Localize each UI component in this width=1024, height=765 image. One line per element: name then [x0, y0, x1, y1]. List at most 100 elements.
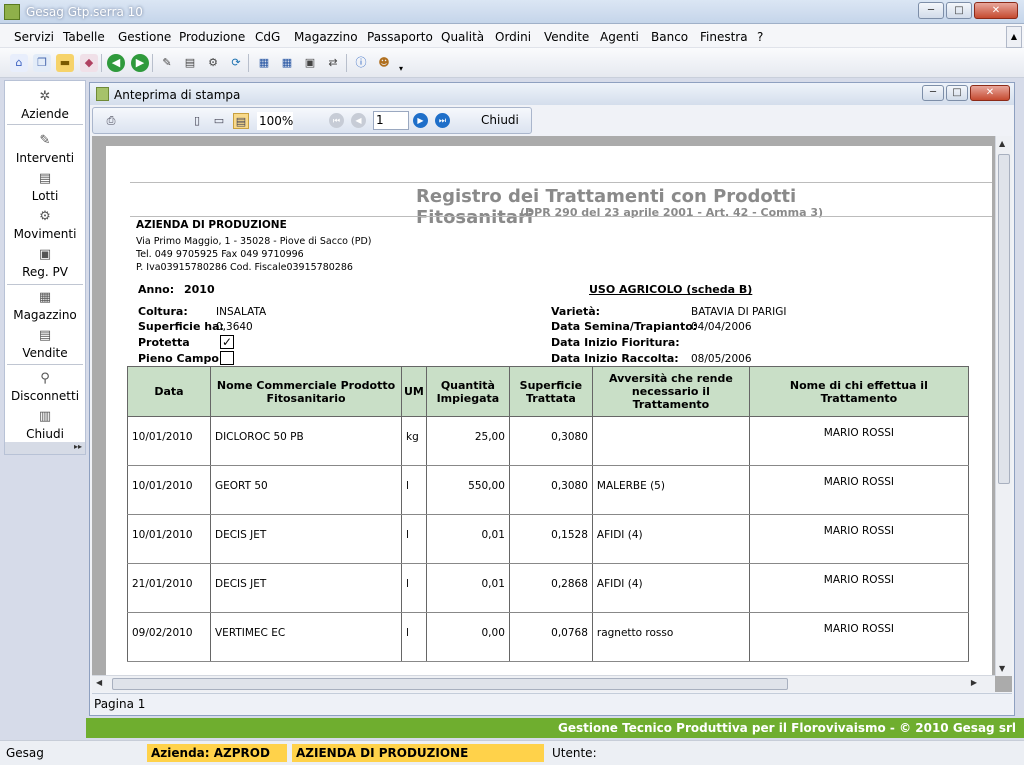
tag-icon[interactable]: ◆: [80, 54, 98, 72]
menu-servizi[interactable]: Servizi: [14, 30, 54, 44]
coltura-label: Coltura:: [138, 305, 188, 318]
protetta-label: Protetta: [138, 336, 190, 349]
preview-chiudi-button[interactable]: Chiudi: [481, 113, 519, 127]
menu-passaporto[interactable]: Passaporto: [367, 30, 433, 44]
print-icon[interactable]: ⎙: [103, 113, 119, 129]
calendar-week-icon[interactable]: ▦: [278, 54, 296, 72]
cell-data: 21/01/2010: [127, 563, 211, 613]
transfer-icon[interactable]: ⇄: [324, 54, 342, 72]
cell-avversita: MALERBE (5): [591, 465, 750, 515]
sidebar-item-vendite[interactable]: ▤ Vendite: [5, 328, 85, 360]
menu-cdg[interactable]: CdG: [255, 30, 280, 44]
col-quantita: Quantità Impiegata: [425, 366, 510, 417]
cell-data: 10/01/2010: [127, 465, 211, 515]
sidebar-item-label: Aziende: [21, 107, 69, 121]
info-icon[interactable]: ⓘ: [352, 54, 370, 72]
footer-text: Gestione Tecnico Produttiva per il Floro…: [558, 721, 1016, 735]
menu-finestra[interactable]: Finestra: [700, 30, 748, 44]
cell-avversita: ragnetto rosso: [591, 612, 750, 662]
table-row: 09/02/2010 VERTIMEC EC l 0,00 0,0768 rag…: [127, 612, 969, 662]
vertical-scroll-thumb[interactable]: [998, 154, 1010, 484]
forward-icon[interactable]: ▶: [131, 54, 149, 72]
close-button[interactable]: ✕: [974, 2, 1018, 19]
scroll-down-icon[interactable]: ▼: [999, 664, 1005, 673]
scroll-up-icon[interactable]: ▲: [999, 139, 1005, 148]
menu-agenti[interactable]: Agenti: [600, 30, 639, 44]
cell-prodotto: GEORT 50: [210, 465, 402, 515]
uso-agricolo: USO AGRICOLO (scheda B): [589, 283, 753, 296]
anno-label: Anno:: [138, 283, 175, 296]
refresh-icon[interactable]: ⟳: [227, 54, 245, 72]
interventi-tool-icon[interactable]: ✎: [158, 54, 176, 72]
col-avversita: Avversità che rende necessario il Tratta…: [591, 366, 750, 417]
cell-prodotto: DECIS JET: [210, 563, 402, 613]
protetta-checkbox: ✓: [220, 335, 234, 349]
user-icon[interactable]: ☻: [375, 54, 393, 72]
calendar-icon[interactable]: ▦: [255, 54, 273, 72]
company-name: AZIENDA DI PRODUZIONE: [136, 219, 287, 231]
cell-quantita: 25,00: [425, 416, 510, 466]
page-width-icon[interactable]: ▤: [233, 113, 249, 129]
toolbar-overflow-icon[interactable]: ▾: [396, 60, 406, 78]
company-tax: P. Iva03915780286 Cod. Fiscale0391578028…: [136, 262, 353, 273]
menu-banco[interactable]: Banco: [651, 30, 688, 44]
menu-bar: Servizi Tabelle Gestione Produzione CdG …: [0, 24, 1024, 48]
sidebar-item-chiudi[interactable]: ▥ Chiudi: [5, 409, 85, 441]
menu-scroll-icon[interactable]: ▲: [1006, 26, 1022, 48]
table-row: 10/01/2010 DECIS JET l 0,01 0,1528 AFIDI…: [127, 514, 969, 564]
cell-superficie: 0,1528: [508, 514, 593, 564]
vertical-scrollbar[interactable]: ▲ ▼: [995, 136, 1012, 676]
sidebar-item-magazzino[interactable]: ▦ Magazzino: [5, 290, 85, 322]
sidebar-item-disconnetti[interactable]: ⚲ Disconnetti: [5, 371, 85, 403]
next-page-icon[interactable]: ▶: [413, 113, 428, 128]
sidebar-item-reg-pv[interactable]: ▣ Reg. PV: [5, 247, 85, 279]
exit-icon: ▥: [38, 409, 52, 424]
menu-qualita[interactable]: Qualità: [441, 30, 484, 44]
menu-vendite[interactable]: Vendite: [544, 30, 589, 44]
preview-close-button[interactable]: ✕: [970, 85, 1010, 101]
interventi-icon: ✎: [39, 133, 51, 148]
col-operatore: Nome di chi effettua il Trattamento: [748, 366, 969, 417]
page-indicator: Pagina 1: [94, 697, 146, 711]
report-icon[interactable]: ▣: [301, 54, 319, 72]
page-number-input[interactable]: 1: [373, 111, 409, 130]
first-page-icon[interactable]: ⏮: [329, 113, 344, 128]
menu-produzione[interactable]: Produzione: [179, 30, 245, 44]
folder-icon[interactable]: ▬: [56, 54, 74, 72]
sidebar-item-interventi[interactable]: ✎ Interventi: [5, 133, 85, 165]
documents-icon[interactable]: ❐: [33, 54, 51, 72]
menu-help[interactable]: ?: [757, 30, 763, 44]
last-page-icon[interactable]: ⏭: [435, 113, 450, 128]
menu-magazzino[interactable]: Magazzino: [294, 30, 358, 44]
horizontal-scrollbar[interactable]: ◀ ▶: [92, 675, 995, 692]
home-icon[interactable]: ⌂: [10, 54, 28, 72]
minimize-button[interactable]: ─: [918, 2, 944, 19]
expand-icon[interactable]: ▸▸: [74, 442, 82, 451]
back-icon[interactable]: ◀: [107, 54, 125, 72]
scroll-left-icon[interactable]: ◀: [96, 678, 102, 687]
sidebar-item-lotti[interactable]: ▤ Lotti: [5, 171, 85, 203]
preview-maximize-button[interactable]: □: [946, 85, 968, 101]
sidebar-item-aziende[interactable]: ✲ Aziende: [5, 89, 85, 121]
preview-minimize-button[interactable]: ─: [922, 85, 944, 101]
company-address: Via Primo Maggio, 1 - 35028 - Piove di S…: [136, 236, 372, 247]
coltura-value: INSALATA: [216, 306, 267, 318]
horizontal-scroll-thumb[interactable]: [112, 678, 788, 690]
menu-ordini[interactable]: Ordini: [495, 30, 531, 44]
prev-page-icon[interactable]: ◀: [351, 113, 366, 128]
cell-quantita: 0,01: [425, 514, 510, 564]
fioritura-label: Data Inizio Fioritura:: [551, 336, 680, 349]
preview-window-icon: [96, 87, 109, 101]
lotti-tool-icon[interactable]: ▤: [181, 54, 199, 72]
anno-value: 2010: [184, 283, 215, 296]
menu-gestione[interactable]: Gestione: [118, 30, 171, 44]
preview-title: Anteprima di stampa: [114, 88, 241, 102]
movimenti-tool-icon[interactable]: ⚙: [204, 54, 222, 72]
multi-page-icon[interactable]: ▭: [211, 113, 227, 129]
single-page-icon[interactable]: ▯: [189, 113, 205, 129]
menu-tabelle[interactable]: Tabelle: [63, 30, 105, 44]
sidebar-item-movimenti[interactable]: ⚙ Movimenti: [5, 209, 85, 241]
scroll-right-icon[interactable]: ▶: [971, 678, 977, 687]
maximize-button[interactable]: □: [946, 2, 972, 19]
zoom-field[interactable]: 100%: [257, 112, 293, 130]
